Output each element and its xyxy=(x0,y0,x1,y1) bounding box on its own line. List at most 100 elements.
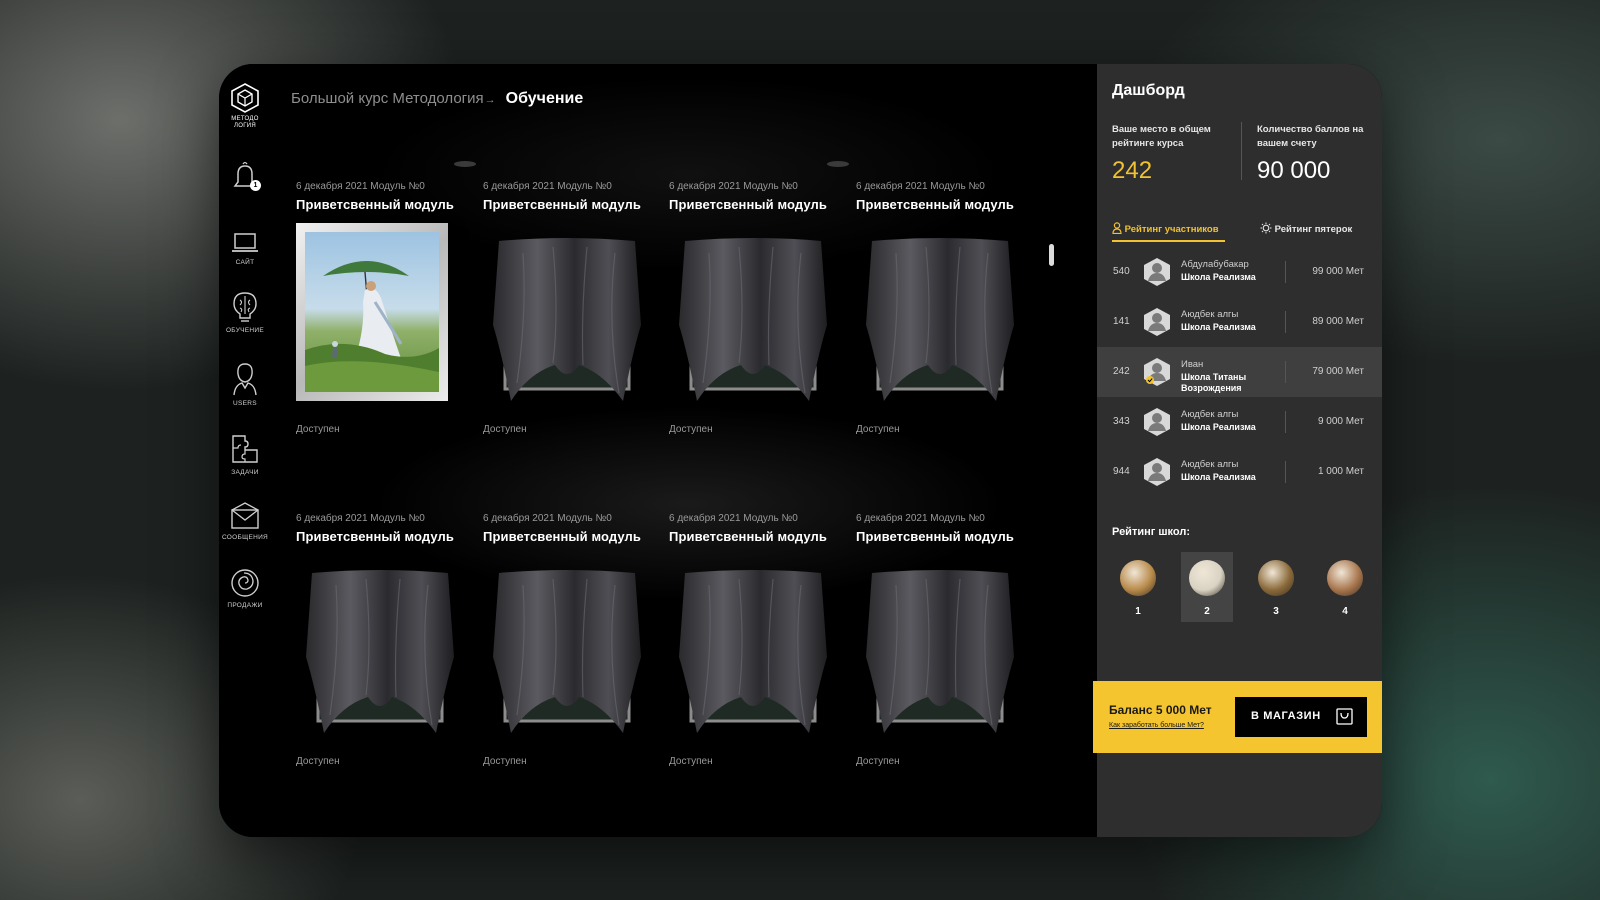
module-date: 6 декабря 2021 Модуль №0 xyxy=(296,513,425,524)
module-artwork[interactable] xyxy=(856,223,1024,401)
module-artwork[interactable] xyxy=(483,223,651,401)
leaderboard-row[interactable]: 944 Аюдбек алгы Школа Реализма 1 000 Мет xyxy=(1097,447,1382,497)
module-card[interactable]: 6 декабря 2021 Модуль №0 Приветсвенный мо… xyxy=(669,181,837,441)
dashboard-title: Дашборд xyxy=(1112,82,1185,99)
school-item[interactable]: 3 xyxy=(1250,552,1302,622)
module-status: Доступен xyxy=(296,424,340,435)
module-status: Доступен xyxy=(856,424,900,435)
school-avatar xyxy=(1189,560,1225,596)
sidebar: МЕТОДО ЛОГИЯ 1 САЙТ ОБУЧЕНИЕ USERS ЗАДАЧ… xyxy=(219,64,275,837)
shop-button-label: В МАГАЗИН xyxy=(1251,710,1321,722)
participant-name: Аюдбек алгы xyxy=(1181,409,1239,420)
school-item[interactable]: 4 xyxy=(1319,552,1371,622)
sidebar-item-label: ОБУЧЕНИЕ xyxy=(225,327,265,334)
module-artwork[interactable] xyxy=(483,555,651,733)
module-date: 6 декабря 2021 Модуль №0 xyxy=(483,181,612,192)
sidebar-item-sales[interactable]: ПРОДАЖИ xyxy=(221,567,269,609)
participant-school: Школа Реализма xyxy=(1181,322,1256,332)
tab-label: Рейтинг пятерок xyxy=(1274,224,1353,235)
participant-avatar xyxy=(1144,358,1170,386)
envelope-icon xyxy=(231,502,259,529)
schools-rating-title: Рейтинг школ: xyxy=(1112,526,1190,538)
module-date: 6 декабря 2021 Модуль №0 xyxy=(856,181,985,192)
points-value: 90 000 xyxy=(1257,157,1331,184)
school-place: 1 xyxy=(1135,606,1141,617)
module-card[interactable]: 6 декабря 2021 Модуль №0 Приветсвенный мо… xyxy=(483,181,651,441)
spotlight xyxy=(827,161,849,167)
school-item[interactable]: 1 xyxy=(1112,552,1164,622)
logo[interactable]: МЕТОДО ЛОГИЯ xyxy=(227,82,263,130)
breadcrumb: Большой курс Методология→ Обучение xyxy=(291,90,583,108)
leaderboard-row[interactable]: 242 Иван Школа Титаны Возрождения 79 000 Ме… xyxy=(1097,347,1382,397)
participant-points: 99 000 Мет xyxy=(1312,266,1364,277)
school-item[interactable]: 2 xyxy=(1181,552,1233,622)
module-artwork[interactable] xyxy=(856,555,1024,733)
module-card[interactable]: 6 декабря 2021 Модуль №0 Приветсвенный мо… xyxy=(296,513,464,773)
woman-with-parasol-icon xyxy=(305,261,439,392)
laptop-icon xyxy=(232,233,258,252)
scrollbar-thumb[interactable] xyxy=(1049,244,1054,266)
leaderboard-row[interactable]: 540 Абдулабубакар Школа Реализма 99 000 Мет xyxy=(1097,247,1382,297)
sidebar-item-label: USERS xyxy=(233,400,257,407)
participant-avatar xyxy=(1144,258,1170,286)
shop-button[interactable]: В МАГАЗИН xyxy=(1235,697,1367,737)
module-date: 6 декабря 2021 Модуль №0 xyxy=(856,513,985,524)
covered-painting-icon xyxy=(493,238,641,401)
school-place: 4 xyxy=(1342,606,1348,617)
module-card[interactable]: 6 декабря 2021 Модуль №0 Приветсвенный мо… xyxy=(483,513,651,773)
module-artwork[interactable] xyxy=(296,223,464,401)
module-artwork[interactable] xyxy=(669,223,837,401)
module-artwork[interactable] xyxy=(296,555,464,733)
covered-painting-icon xyxy=(866,238,1014,401)
puzzle-icon xyxy=(232,435,258,463)
row-divider xyxy=(1285,461,1286,483)
sidebar-item-users[interactable]: USERS xyxy=(221,361,269,407)
spiral-icon xyxy=(231,569,259,597)
balance-text: Баланс 5 000 Мет xyxy=(1109,703,1212,717)
participant-rank: 944 xyxy=(1113,466,1130,477)
sidebar-item-messages[interactable]: СООБЩЕНИЯ xyxy=(221,501,269,541)
sidebar-item-learning[interactable]: ОБУЧЕНИЕ xyxy=(221,290,269,334)
sun-icon xyxy=(1260,222,1272,234)
leaderboard-row[interactable]: 141 Аюдбек алгы Школа Реализма 89 000 Мет xyxy=(1097,297,1382,347)
row-divider xyxy=(1285,261,1286,283)
row-divider xyxy=(1285,361,1286,383)
school-avatar xyxy=(1327,560,1363,596)
module-card[interactable]: 6 декабря 2021 Модуль №0 Приветсвенный мо… xyxy=(856,181,1024,441)
module-card[interactable]: 6 декабря 2021 Модуль №0 Приветсвенный мо… xyxy=(669,513,837,773)
participant-points: 1 000 Мет xyxy=(1317,466,1364,477)
brain-lightbulb-icon xyxy=(233,292,257,322)
module-title: Приветсвенный модуль xyxy=(856,529,1014,544)
tab-participants-rating[interactable]: Рейтинг участников xyxy=(1112,222,1219,235)
participant-points: 89 000 Мет xyxy=(1312,316,1364,327)
person-icon xyxy=(1112,222,1122,235)
participant-school: Школа Реализма xyxy=(1181,472,1256,482)
breadcrumb-separator: → xyxy=(484,94,496,106)
sidebar-item-site[interactable]: САЙТ xyxy=(221,230,269,266)
school-place: 2 xyxy=(1204,606,1210,617)
page-title: Обучение xyxy=(505,90,584,107)
tab-top-five-rating[interactable]: Рейтинг пятерок xyxy=(1260,222,1352,235)
notifications-button[interactable]: 1 xyxy=(221,160,269,194)
module-card[interactable]: 6 декабря 2021 Модуль №0 Приветсвенный мо… xyxy=(296,181,464,441)
app-window: МЕТОДО ЛОГИЯ 1 САЙТ ОБУЧЕНИЕ USERS ЗАДАЧ… xyxy=(219,64,1382,837)
school-place: 3 xyxy=(1273,606,1279,617)
module-card[interactable]: 6 декабря 2021 Модуль №0 Приветсвенный мо… xyxy=(856,513,1024,773)
participant-name: Иван xyxy=(1181,359,1204,370)
rank-label: Ваше место в общем рейтинге курса xyxy=(1112,124,1211,149)
participant-rank: 141 xyxy=(1113,316,1130,327)
module-artwork[interactable] xyxy=(669,555,837,733)
breadcrumb-parent[interactable]: Большой курс Методология xyxy=(291,90,484,107)
logo-icon xyxy=(231,83,259,113)
module-title: Приветсвенный модуль xyxy=(669,197,827,212)
leaderboard-row[interactable]: 343 Аюдбек алгы Школа Реализма 9 000 Мет xyxy=(1097,397,1382,447)
notification-badge: 1 xyxy=(250,180,261,191)
painting-frame xyxy=(296,223,448,401)
module-status: Доступен xyxy=(483,756,527,767)
participant-name: Абдулабубакар xyxy=(1181,259,1249,270)
module-status: Доступен xyxy=(669,756,713,767)
participant-school: Школа Реализма xyxy=(1181,272,1256,282)
earn-more-link[interactable]: Как заработать больше Мет? xyxy=(1109,722,1204,729)
sidebar-item-tasks[interactable]: ЗАДАЧИ xyxy=(221,432,269,476)
user-icon xyxy=(233,363,257,396)
